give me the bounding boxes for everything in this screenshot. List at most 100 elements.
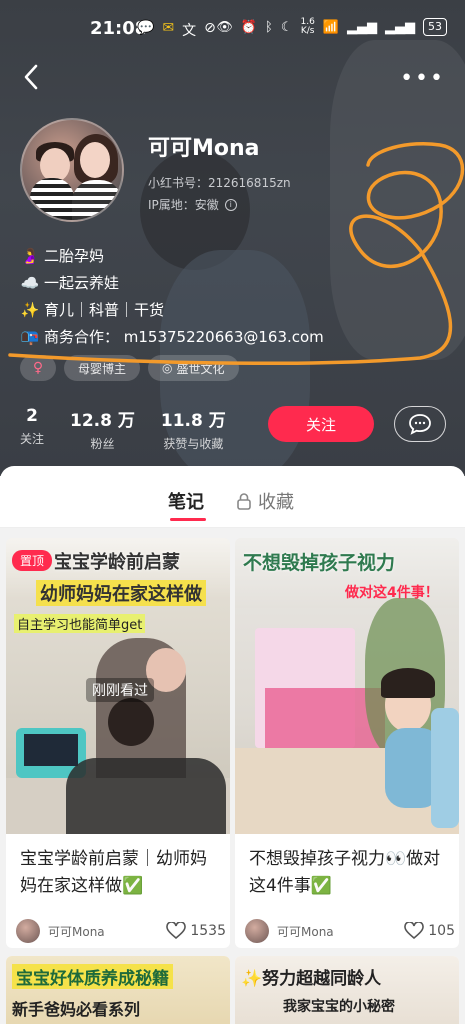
note-meta: 可可Mona 105 bbox=[245, 916, 455, 946]
author-name[interactable]: 可可Mona bbox=[48, 923, 166, 940]
tab-collect-label: 收藏 bbox=[258, 492, 294, 513]
tag-label: 盛世文化 bbox=[176, 361, 225, 376]
sparkles-icon: ✨ bbox=[20, 300, 40, 319]
more-dots-icon: ••• bbox=[400, 66, 445, 91]
ip-location: IP属地：安徽 i bbox=[148, 196, 237, 213]
bio-line: 🤰 二胎孕妈 bbox=[20, 242, 324, 269]
note-card[interactable]: ✨努力超越同龄人 我家宝宝的小秘密 bbox=[235, 956, 459, 1024]
cover-title-line1: 宝宝好体质养成秘籍 bbox=[12, 964, 173, 989]
followers-stat[interactable]: 12.8 万 粉丝 bbox=[70, 406, 135, 452]
lock-icon bbox=[237, 493, 251, 510]
heart-icon bbox=[404, 922, 425, 940]
message-button[interactable] bbox=[394, 406, 446, 442]
system-icons: 👁 ⏰ ᛒ ☾ 1.6 K/s 📶 ▂▄▆ ▂▄▆ 53 bbox=[216, 18, 447, 36]
signal-icon-2: ▂▄▆ bbox=[385, 19, 415, 35]
recently-viewed-badge: 刚刚看过 bbox=[86, 678, 154, 702]
bluetooth-icon: ᛒ bbox=[265, 19, 273, 35]
alarm-icon: ⏰ bbox=[240, 19, 258, 35]
chevron-left-icon bbox=[24, 64, 38, 90]
gender-tag: ♀ bbox=[20, 355, 56, 381]
cover-title-line1: ✨努力超越同龄人 bbox=[241, 969, 382, 989]
like-count: 1535 bbox=[190, 923, 226, 939]
profile-header: 21:08 💬 ✉ 文 ⊘ 👁 ⏰ ᛒ ☾ 1.6 K/s 📶 ▂▄▆ ▂▄▆ 5… bbox=[0, 0, 465, 476]
active-tab-indicator bbox=[170, 518, 206, 521]
organization-tag[interactable]: ◎ 盛世文化 bbox=[148, 355, 239, 381]
note-cover: 不想毁掉孩子视力 做对这4件事！ bbox=[235, 538, 459, 834]
cover-title-line2: 我家宝宝的小秘密 bbox=[283, 999, 395, 1015]
bio-line: 📭 商务合作： m15375220663@163.com bbox=[20, 323, 324, 350]
profile-stats: 2 关注 12.8 万 粉丝 11.8 万 获赞与收藏 bbox=[20, 406, 226, 452]
note-card[interactable]: 不想毁掉孩子视力 做对这4件事！ 不想毁掉孩子视力👀做对这4件事✅ 可可Mona… bbox=[235, 538, 459, 948]
heart-icon bbox=[166, 922, 187, 940]
avatar[interactable] bbox=[20, 118, 124, 222]
signal-icon: ▂▄▆ bbox=[347, 19, 377, 35]
pinned-badge: 置顶 bbox=[12, 550, 53, 571]
chat-bubble-icon bbox=[409, 414, 431, 435]
note-cover: 置顶 宝宝学龄前启蒙 幼师妈妈在家这样做 自主学习也能简单get 刚刚看过 bbox=[6, 538, 230, 834]
stat-label: 关注 bbox=[20, 432, 45, 446]
wechat-icon: 💬 bbox=[137, 20, 155, 36]
stat-label: 粉丝 bbox=[90, 437, 115, 451]
tab-collect[interactable]: 收藏 bbox=[236, 488, 294, 514]
note-card[interactable]: 置顶 宝宝学龄前启蒙 幼师妈妈在家这样做 自主学习也能简单get 刚刚看过 宝宝… bbox=[6, 538, 230, 948]
stat-label: 获赞与收藏 bbox=[163, 437, 224, 451]
bio-text: 一起云养娃 bbox=[44, 274, 120, 292]
likes-collects-stat[interactable]: 11.8 万 获赞与收藏 bbox=[161, 406, 226, 452]
eye-icon: 👁 bbox=[216, 19, 233, 35]
stat-number: 11.8 万 bbox=[160, 411, 226, 431]
back-button[interactable] bbox=[18, 62, 44, 92]
wifi-icon: 📶 bbox=[322, 19, 339, 35]
content-panel: 笔记 收藏 置顶 宝宝学龄前启蒙 幼师妈妈在家这样做 自主学习也能简单get 刚… bbox=[0, 466, 465, 1024]
profile-tabs: 笔记 收藏 bbox=[0, 466, 465, 528]
username: 可可Mona bbox=[148, 136, 260, 161]
battery-icon: 53 bbox=[423, 18, 447, 36]
like-button[interactable]: 105 bbox=[404, 922, 455, 940]
bio-line: ✨ 育儿｜科普｜干货 bbox=[20, 296, 324, 323]
cover-title-line2: 做对这4件事！ bbox=[345, 585, 439, 601]
do-not-disturb-icon: ⊘ bbox=[204, 20, 216, 36]
translate-icon: 文 bbox=[182, 23, 197, 39]
note-title: 不想毁掉孩子视力👀做对这4件事✅ bbox=[249, 849, 441, 896]
red-id[interactable]: 小红书号：212616815zn bbox=[148, 174, 291, 191]
note-card[interactable]: 宝宝好体质养成秘籍 新手爸妈必看系列 bbox=[6, 956, 230, 1024]
tab-notes[interactable]: 笔记 bbox=[168, 488, 204, 514]
author-avatar[interactable] bbox=[16, 919, 40, 943]
note-cover: ✨努力超越同龄人 我家宝宝的小秘密 bbox=[235, 956, 459, 1024]
follow-button[interactable]: 关注 bbox=[268, 406, 374, 442]
note-cover: 宝宝好体质养成秘籍 新手爸妈必看系列 bbox=[6, 956, 230, 1024]
mailbox-icon: 📭 bbox=[20, 327, 40, 346]
bio-text: 商务合作： m15375220663@163.com bbox=[44, 328, 324, 346]
ip-location-text: IP属地：安徽 bbox=[148, 198, 219, 212]
cover-subtitle: 自主学习也能简单get bbox=[14, 614, 146, 633]
org-icon: ◎ bbox=[162, 361, 173, 375]
stat-number: 2 bbox=[26, 406, 38, 426]
following-stat[interactable]: 2 关注 bbox=[20, 406, 44, 452]
author-name[interactable]: 可可Mona bbox=[277, 923, 404, 940]
notification-icons: 💬 ✉ 文 ⊘ bbox=[137, 20, 216, 40]
moon-icon: ☾ bbox=[280, 19, 293, 35]
female-icon: ♀ bbox=[32, 360, 44, 376]
cover-title-line1: 宝宝学龄前启蒙 bbox=[54, 552, 180, 573]
info-icon[interactable]: i bbox=[224, 198, 237, 211]
like-button[interactable]: 1535 bbox=[166, 922, 226, 940]
cover-title-line2: 幼师妈妈在家这样做 bbox=[36, 580, 206, 606]
author-avatar[interactable] bbox=[245, 919, 269, 943]
notes-feed: 置顶 宝宝学龄前启蒙 幼师妈妈在家这样做 自主学习也能简单get 刚刚看过 宝宝… bbox=[0, 528, 465, 1024]
status-bar: 21:08 💬 ✉ 文 ⊘ 👁 ⏰ ᛒ ☾ 1.6 K/s 📶 ▂▄▆ ▂▄▆ 5… bbox=[0, 0, 465, 58]
bio-text: 二胎孕妈 bbox=[44, 247, 105, 265]
profile-tags: ♀ 母婴博主 ◎ 盛世文化 bbox=[20, 355, 239, 381]
tag-label: 母婴博主 bbox=[78, 361, 127, 376]
note-title: 宝宝学龄前启蒙｜幼师妈妈在家这样做✅ bbox=[20, 849, 207, 896]
mail-icon: ✉ bbox=[162, 20, 175, 36]
note-meta: 可可Mona 1535 bbox=[16, 916, 226, 946]
category-tag[interactable]: 母婴博主 bbox=[64, 355, 141, 381]
cloud-icon: ☁️ bbox=[20, 273, 40, 292]
cover-title-line1: 不想毁掉孩子视力 bbox=[243, 552, 396, 574]
more-options-button[interactable]: ••• bbox=[400, 66, 445, 91]
cover-title-line2: 新手爸妈必看系列 bbox=[12, 1000, 141, 1019]
stat-number: 12.8 万 bbox=[70, 411, 135, 431]
bio: 🤰 二胎孕妈 ☁️ 一起云养娃 ✨ 育儿｜科普｜干货 📭 商务合作： m1537… bbox=[20, 242, 324, 350]
pregnant-icon: 🤰 bbox=[20, 246, 40, 265]
bio-text: 育儿｜科普｜干货 bbox=[44, 301, 165, 319]
net-speed: 1.6 K/s bbox=[300, 17, 315, 36]
